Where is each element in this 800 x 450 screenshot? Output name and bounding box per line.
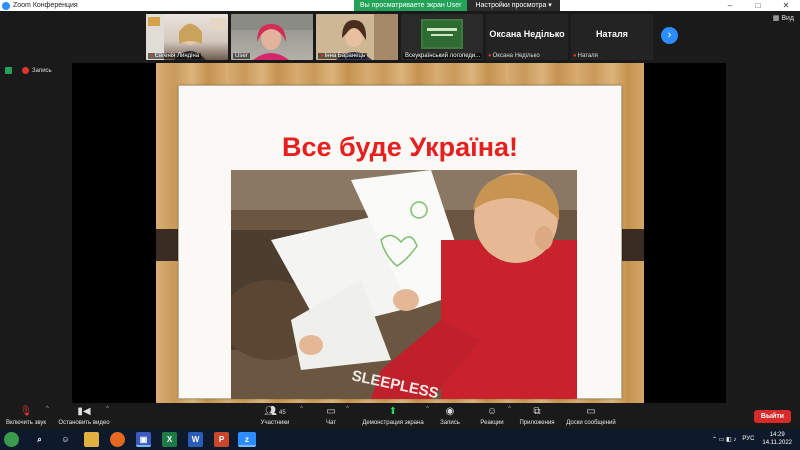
child-with-drawing-image: SLEEPLESS <box>231 170 577 399</box>
tray-icons[interactable]: ⌃ ▭ ◧ ♪ <box>712 436 736 443</box>
participant-name: ●Оксана Неділько <box>488 53 540 59</box>
participant-video-4[interactable]: Всеукраїнський логопеди... <box>401 14 483 60</box>
video-strip: ●Євгенія Линдіна User ●Інна Баранець Все… <box>0 11 800 63</box>
share-banner: Вы просматриваете экран User Настройки п… <box>354 0 560 11</box>
slide-paper: Все буде Україна! SLEEPLESS <box>178 85 622 399</box>
windows-taskbar: ⌕ ☺ ▣ X W P z ⌃ ▭ ◧ ♪ РУС 14:29 14.11.20… <box>0 429 800 450</box>
file-explorer-icon[interactable] <box>84 432 99 447</box>
meeting-status-area: Запись <box>5 67 52 74</box>
whiteboard-icon: ▭ <box>586 406 596 417</box>
window-controls: – □ ✕ <box>716 0 800 11</box>
zoom-logo-icon <box>2 1 10 10</box>
participant-name-tile-2[interactable]: Наталя ●Наталя <box>571 14 653 60</box>
excel-icon[interactable]: X <box>162 432 177 447</box>
maximize-button[interactable]: □ <box>744 0 772 11</box>
participant-name: ●Інна Баранець <box>318 53 368 59</box>
leave-button[interactable]: Выйти <box>753 410 791 423</box>
recording-dot-icon <box>22 67 29 74</box>
minimize-button[interactable]: – <box>716 0 744 11</box>
encryption-shield-icon[interactable] <box>5 67 12 74</box>
muted-mic-icon: 🎙︎ <box>19 406 33 417</box>
caret-up-icon[interactable]: ^ <box>46 406 49 412</box>
slide-title: Все буде Україна! <box>281 132 519 162</box>
reactions-button[interactable]: ☺ Реакции ^ <box>476 406 511 426</box>
close-button[interactable]: ✕ <box>772 0 800 11</box>
meeting-toolbar: 🎙︎ Включить звук ^ ▮◀ Остановить видео ^… <box>0 403 800 429</box>
participant-name: User <box>233 53 250 59</box>
whiteboards-button[interactable]: ▭ Доски сообщений <box>562 406 620 426</box>
video-camera-icon: ▮◀ <box>77 406 91 417</box>
record-button[interactable]: ◉ Запись <box>434 406 466 426</box>
system-tray: ⌃ ▭ ◧ ♪ РУС 14:29 14.11.2022 <box>712 431 792 447</box>
next-page-arrow-icon[interactable]: › <box>661 27 678 44</box>
record-icon: ◉ <box>445 406 455 417</box>
participant-video-1[interactable]: ●Євгенія Линдіна <box>146 14 228 60</box>
clock[interactable]: 14:29 14.11.2022 <box>762 431 792 447</box>
caret-up-icon[interactable]: ^ <box>300 406 303 412</box>
shared-screen: Все буде Україна! SLEEPLESS <box>72 63 726 403</box>
participant-video-2[interactable]: User <box>231 14 313 60</box>
muted-mic-icon: ● <box>573 53 577 59</box>
reactions-smiley-icon: ☺ <box>486 406 498 417</box>
chat-button[interactable]: ▭ Чат ^ <box>318 406 349 426</box>
participants-button[interactable]: 👥︎ 45 Участники ^ <box>254 406 303 426</box>
view-options-dropdown[interactable]: Настройки просмотра ▾ <box>467 0 560 11</box>
window-title: Zoom Конференция <box>13 2 78 9</box>
view-button[interactable]: ▦ Вид <box>773 14 794 22</box>
participant-name-tile-1[interactable]: Оксана Неділько ●Оксана Неділько <box>486 14 568 60</box>
muted-mic-icon: ● <box>488 53 492 59</box>
participants-count: 45 <box>279 410 286 416</box>
muted-mic-icon: ● <box>320 53 324 59</box>
participant-name: ●Наталя <box>573 53 598 59</box>
muted-mic-icon: ● <box>150 53 154 59</box>
chat-bubble-icon: ▭ <box>326 406 336 417</box>
participants-icon: 👥︎ 45 <box>264 406 286 417</box>
start-button-icon[interactable] <box>4 432 19 447</box>
firefox-icon[interactable] <box>110 432 125 447</box>
share-screen-icon: ⬆ <box>388 406 398 417</box>
zoom-taskbar-icon[interactable]: z <box>238 432 256 447</box>
caret-up-icon[interactable]: ^ <box>508 406 511 412</box>
presentation-slide: Все буде Україна! SLEEPLESS <box>156 63 644 403</box>
stop-video-button[interactable]: ▮◀ Остановить видео ^ <box>56 406 112 426</box>
save-app-icon[interactable]: ▣ <box>136 432 151 447</box>
participant-name: ●Євгенія Линдіна <box>148 53 202 59</box>
language-indicator[interactable]: РУС <box>742 436 754 442</box>
caret-up-icon[interactable]: ^ <box>346 406 349 412</box>
unmute-button[interactable]: 🎙︎ Включить звук ^ <box>4 406 49 426</box>
caret-up-icon[interactable]: ^ <box>106 406 109 412</box>
recording-label: Запись <box>32 67 52 74</box>
apps-button[interactable]: ⧉ Приложения <box>515 406 559 426</box>
apps-icon: ⧉ <box>533 406 541 417</box>
search-icon[interactable]: ⌕ <box>32 432 47 447</box>
participant-display-name: Оксана Неділько <box>489 29 565 39</box>
participant-display-name: Наталя <box>596 29 628 39</box>
word-icon[interactable]: W <box>188 432 203 447</box>
share-screen-button[interactable]: ⬆ Демонстрация экрана ^ <box>358 406 428 426</box>
people-icon[interactable]: ☺ <box>58 432 73 447</box>
participant-name: Всеукраїнський логопеди... <box>403 53 483 59</box>
slide-photo: SLEEPLESS <box>231 170 577 399</box>
caret-up-icon[interactable]: ^ <box>426 406 429 412</box>
viewing-screen-status: Вы просматриваете экран User <box>354 0 468 11</box>
powerpoint-icon[interactable]: P <box>214 432 229 447</box>
participant-video-3[interactable]: ●Інна Баранець <box>316 14 398 60</box>
